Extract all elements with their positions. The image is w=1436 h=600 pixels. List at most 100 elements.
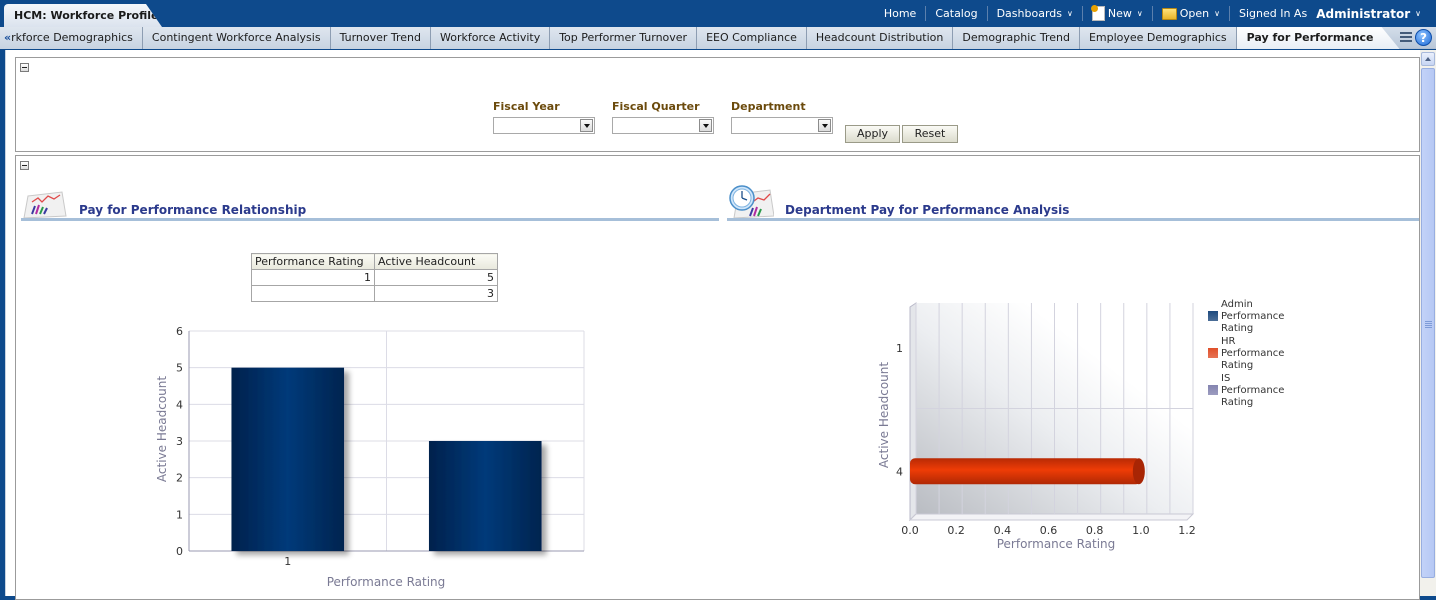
scroll-up-button[interactable]: [1421, 52, 1435, 66]
cell-active-headcount: 5: [374, 269, 498, 286]
cell-performance-rating: [251, 285, 375, 302]
tab-label: Headcount Distribution: [815, 31, 944, 44]
x-tick-label: 0.0: [901, 524, 919, 537]
collapse-section-icon[interactable]: [20, 161, 29, 170]
views-section: Pay for Performance Relationship Departm…: [15, 155, 1420, 600]
bar[interactable]: [231, 367, 345, 551]
tab-label: rkforce Demographics: [11, 31, 133, 44]
dashboard-content: Fiscal Year Fiscal Quarter Department Ap…: [5, 50, 1436, 600]
bar[interactable]: [910, 458, 1141, 485]
dashboards-menu[interactable]: Dashboards ∨: [986, 6, 1082, 21]
plot-side-wall: [909, 302, 917, 522]
chevron-down-icon: ∨: [1067, 9, 1073, 18]
catalog-label: Catalog: [935, 7, 978, 20]
tab-contingent-workforce-analysis[interactable]: Contingent Workforce Analysis: [142, 27, 331, 49]
tab-label: Employee Demographics: [1088, 31, 1227, 44]
apply-button[interactable]: Apply: [845, 125, 900, 143]
tab-rkforce-demographics[interactable]: «rkforce Demographics: [0, 27, 143, 49]
global-nav: Home Catalog Dashboards ∨ New ∨ Open ∨ Sign…: [875, 0, 1430, 27]
tab-top-performer-turnover[interactable]: Top Performer Turnover: [550, 27, 698, 49]
legend-label: Admin Performance Rating: [1221, 299, 1285, 334]
fiscal-year-label: Fiscal Year: [493, 100, 560, 113]
dashboard-tab-strip: «rkforce Demographics Contingent Workforc…: [0, 27, 1436, 49]
tab-workforce-activity[interactable]: Workforce Activity: [431, 27, 551, 49]
dashboard-title-tab[interactable]: HCM: Workforce Profile: [4, 4, 162, 27]
user-menu[interactable]: Signed In As Administrator ∨: [1228, 6, 1430, 21]
legend-label: HR Performance Rating: [1221, 336, 1285, 371]
new-menu[interactable]: New ∨: [1081, 5, 1152, 21]
help-icon[interactable]: ?: [1415, 29, 1432, 46]
tab-label: EEO Compliance: [706, 31, 797, 44]
collapse-section-icon[interactable]: [20, 63, 29, 72]
tab-employee-demographics[interactable]: Employee Demographics: [1079, 27, 1237, 49]
y-tick-label: 6: [176, 325, 183, 338]
tab-eeo-compliance[interactable]: EEO Compliance: [697, 27, 807, 49]
x-axis-label: Performance Rating: [327, 575, 446, 589]
table-row: 1 5: [251, 269, 498, 286]
department-label: Department: [731, 100, 806, 113]
fiscal-quarter-prompt: Fiscal Quarter: [612, 100, 714, 134]
title-divider: [727, 218, 1419, 221]
tab-turnover-trend[interactable]: Turnover Trend: [330, 27, 432, 49]
plot-floor: [908, 513, 1195, 521]
department-prompt: Department: [731, 100, 833, 134]
tab-label: Contingent Workforce Analysis: [151, 31, 321, 44]
legend-swatch: [1208, 311, 1218, 321]
tab-label: Pay for Performance: [1246, 31, 1374, 44]
y-axis-ticks: 0 1 2 3 4 5 6: [176, 325, 183, 558]
y-tick-label: 4: [896, 465, 903, 478]
folder-icon: [1161, 7, 1177, 20]
department-select[interactable]: [731, 117, 833, 134]
y-tick-label: 1: [896, 342, 903, 355]
signed-in-label: Signed In As: [1238, 7, 1308, 20]
pay-for-performance-bar-chart: 0 1 2 3 4 5 6 1 Active Headcount Performance R…: [155, 325, 585, 589]
table-row: 3: [251, 285, 498, 302]
home-label: Home: [883, 7, 917, 20]
chevron-down-icon: ∨: [1415, 9, 1421, 18]
y-tick-label: 3: [176, 435, 183, 448]
new-label: New: [1107, 7, 1132, 20]
tab-headcount-distribution[interactable]: Headcount Distribution: [806, 27, 954, 49]
table-header-row: Performance Rating Active Headcount: [251, 253, 498, 270]
page-options-icon[interactable]: [1400, 30, 1414, 44]
fiscal-quarter-select[interactable]: [612, 117, 714, 134]
vertical-scrollbar[interactable]: [1420, 50, 1436, 596]
title-divider: [21, 218, 719, 221]
y-tick-label: 0: [176, 545, 183, 558]
open-menu[interactable]: Open ∨: [1151, 6, 1229, 21]
tab-label: Top Performer Turnover: [559, 31, 688, 44]
fiscal-quarter-label: Fiscal Quarter: [612, 100, 700, 113]
x-tick-label: 1: [284, 555, 291, 568]
fiscal-year-prompt: Fiscal Year: [493, 100, 595, 134]
reset-button[interactable]: Reset: [902, 125, 958, 143]
dropdown-arrow-icon[interactable]: [818, 119, 831, 132]
chevron-down-icon: ∨: [1136, 9, 1143, 18]
dropdown-arrow-icon[interactable]: [699, 119, 712, 132]
scrollbar-thumb[interactable]: [1421, 68, 1435, 578]
bar[interactable]: [428, 441, 542, 551]
dropdown-arrow-icon[interactable]: [580, 119, 593, 132]
right-view-title: Department Pay for Performance Analysis: [785, 203, 1070, 217]
x-axis-label: Performance Rating: [997, 537, 1116, 551]
x-tick-label: 1.2: [1178, 524, 1196, 537]
cell-performance-rating: 1: [251, 269, 375, 286]
legend-entry[interactable]: HR Performance Rating: [1208, 336, 1293, 372]
column-header-performance-rating[interactable]: Performance Rating: [251, 253, 375, 270]
legend-entry[interactable]: Admin Performance Rating: [1208, 299, 1293, 335]
legend-entry[interactable]: IS Performance Rating: [1208, 373, 1293, 409]
tab-list: «rkforce Demographics Contingent Workforc…: [0, 27, 1400, 49]
y-axis-label: Active Headcount: [155, 376, 169, 482]
left-view-title: Pay for Performance Relationship: [79, 203, 307, 217]
tab-demographic-trend[interactable]: Demographic Trend: [953, 27, 1080, 49]
y-tick-label: 2: [176, 472, 183, 485]
cell-active-headcount: 3: [374, 285, 498, 302]
tab-pay-for-performance[interactable]: Pay for Performance: [1237, 27, 1400, 49]
x-tick-label: 0.8: [1086, 524, 1104, 537]
x-tick-label: 1.0: [1132, 524, 1150, 537]
fiscal-year-select[interactable]: [493, 117, 595, 134]
x-axis-ticks: 1: [284, 555, 291, 568]
column-header-active-headcount[interactable]: Active Headcount: [374, 253, 498, 270]
legend-swatch: [1208, 348, 1218, 358]
catalog-link[interactable]: Catalog: [925, 6, 986, 21]
home-link[interactable]: Home: [875, 6, 925, 21]
